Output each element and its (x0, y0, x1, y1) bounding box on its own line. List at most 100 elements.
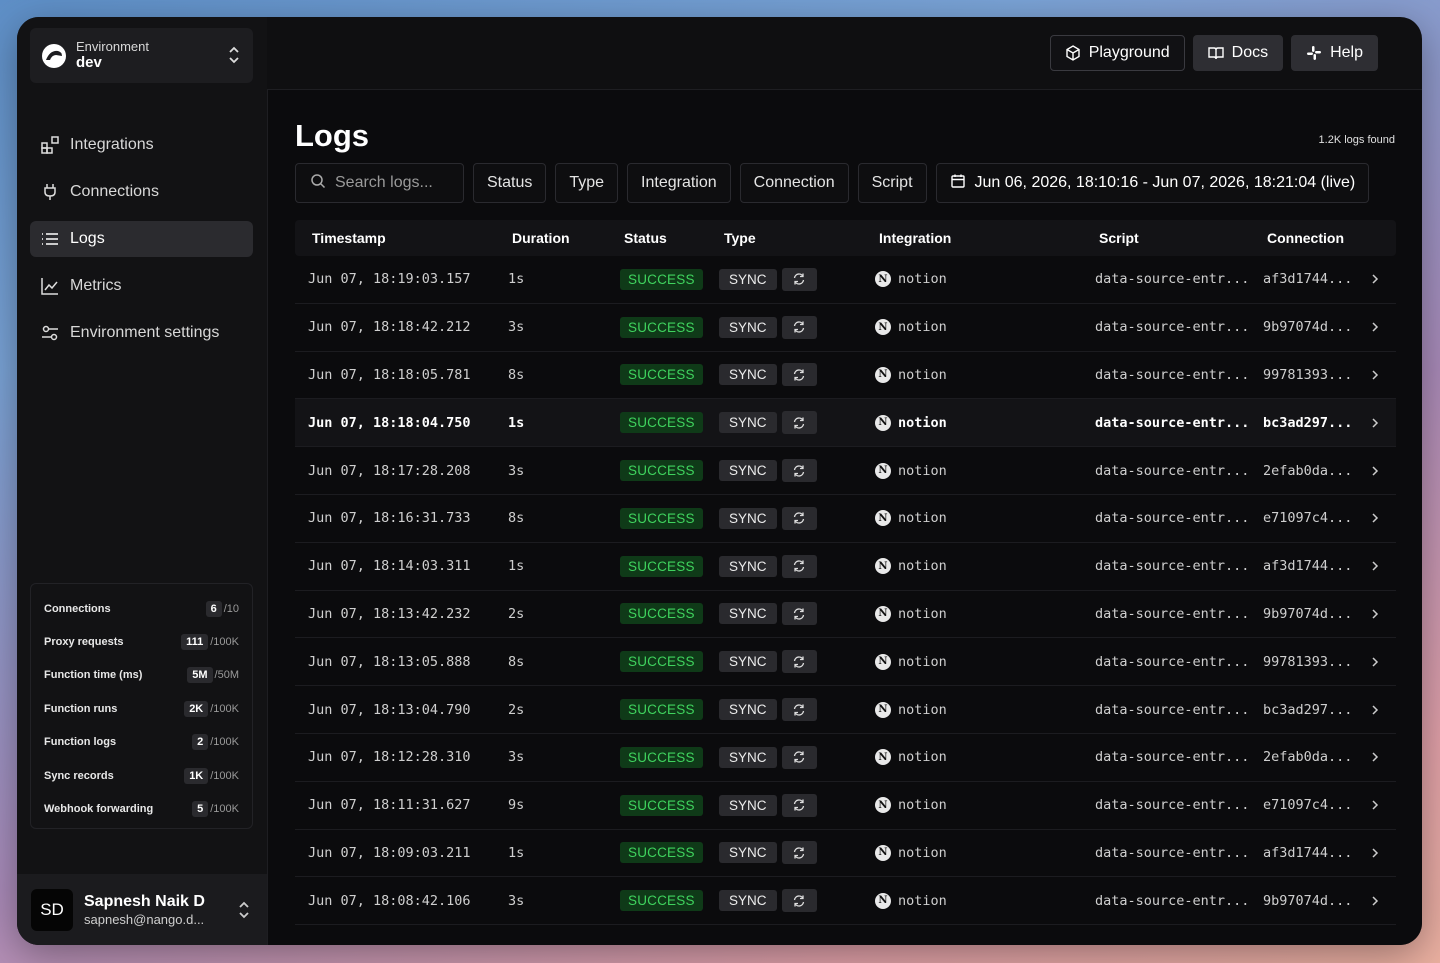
table-row[interactable]: Jun 07, 18:14:03.311 1s SUCCESS SYNC Nnotion… (295, 543, 1396, 591)
cell-duration: 2s (508, 605, 525, 622)
table-row[interactable]: Jun 07, 18:18:05.781 8s SUCCESS SYNC Nnotion… (295, 352, 1396, 400)
chevron-up-down-icon (229, 46, 239, 64)
table-row[interactable]: Jun 07, 18:19:03.157 1s SUCCESS SYNC Nnotion… (295, 256, 1396, 304)
cell-integration: notion (898, 319, 947, 336)
cell-timestamp: Jun 07, 18:08:42.106 (308, 892, 471, 909)
chevron-right-icon[interactable] (1360, 512, 1390, 524)
table-row[interactable]: Jun 07, 18:13:05.888 8s SUCCESS SYNC Nnotion… (295, 638, 1396, 687)
usage-limit: /100K (210, 803, 239, 816)
date-range-picker[interactable]: Jun 06, 2026, 18:10:16 - Jun 07, 2026, 1… (935, 163, 1370, 203)
cell-script: data-source-entr... (1095, 366, 1250, 383)
table-row[interactable]: Jun 07, 18:12:28.310 3s SUCCESS SYNC Nnotion… (295, 734, 1396, 782)
status-badge: SUCCESS (620, 603, 703, 625)
cell-duration: 3s (508, 319, 525, 336)
status-filter-button[interactable]: Status (473, 163, 547, 203)
table-row[interactable]: Jun 07, 18:13:42.232 2s SUCCESS SYNC Nnotion… (295, 591, 1396, 639)
chevron-right-icon[interactable] (1360, 273, 1390, 285)
notion-icon: N (875, 462, 891, 479)
chevron-up-down-icon (239, 901, 249, 919)
type-filter-button[interactable]: Type (555, 163, 619, 203)
column-header-status[interactable]: Status (607, 230, 707, 246)
chevron-right-icon[interactable] (1360, 608, 1390, 620)
table-row[interactable]: Jun 07, 18:08:42.106 3s SUCCESS SYNC Nnotion… (295, 877, 1396, 926)
chevron-right-icon[interactable] (1360, 417, 1390, 429)
column-header-script[interactable]: Script (1082, 230, 1250, 246)
cell-integration: notion (898, 844, 947, 861)
integration-filter-button[interactable]: Integration (627, 163, 731, 203)
usage-value: 1K (184, 767, 209, 784)
usage-label: Function time (ms) (44, 669, 143, 682)
usage-value: 5 (192, 801, 209, 818)
table-row[interactable]: Jun 07, 18:11:31.627 9s SUCCESS SYNC Nnotion… (295, 782, 1396, 830)
usage-limit: /100K (210, 702, 239, 715)
chevron-right-icon[interactable] (1360, 799, 1390, 811)
chevron-right-icon[interactable] (1360, 847, 1390, 859)
refresh-icon (781, 889, 817, 913)
cell-timestamp: Jun 07, 18:18:04.750 (308, 414, 471, 431)
list-icon (40, 229, 60, 249)
chevron-right-icon[interactable] (1360, 465, 1390, 477)
chevron-right-icon[interactable] (1360, 321, 1390, 333)
user-menu[interactable]: SD Sapnesh Naik D sapnesh@nango.d... (17, 874, 267, 945)
sidebar-item-label: Environment settings (70, 324, 220, 341)
usage-limit: /10 (223, 602, 239, 615)
cell-connection: 2efab0da... (1263, 462, 1353, 479)
plug-icon (40, 182, 60, 202)
chevron-right-icon[interactable] (1360, 656, 1390, 668)
usage-limit: /100K (210, 736, 239, 749)
column-header-integration[interactable]: Integration (862, 230, 1082, 246)
refresh-icon (781, 698, 817, 722)
sidebar-item-integrations[interactable]: Integrations (30, 127, 253, 163)
playground-button[interactable]: Playground (1049, 35, 1185, 71)
table-row[interactable]: Jun 07, 18:18:42.212 3s SUCCESS SYNC Nnotion… (295, 304, 1396, 352)
sidebar-item-label: Logs (70, 230, 105, 247)
table-row[interactable]: Jun 07, 18:17:28.208 3s SUCCESS SYNC Nnotion… (295, 447, 1396, 495)
main-content: Logs 1.2K logs found Search logs... Stat… (267, 89, 1422, 945)
usage-row: Connections 6/10 (44, 592, 239, 625)
settings-sliders-icon (40, 323, 60, 343)
chevron-right-icon[interactable] (1360, 369, 1390, 381)
status-badge: SUCCESS (620, 794, 703, 816)
usage-row: Webhook forwarding 5/100K (44, 792, 239, 825)
table-row[interactable]: Jun 07, 18:16:31.733 8s SUCCESS SYNC Nnotion… (295, 495, 1396, 543)
table-row[interactable]: Jun 07, 18:13:04.790 2s SUCCESS SYNC Nnotion… (295, 686, 1396, 734)
table-row[interactable]: Jun 07, 18:09:03.211 1s SUCCESS SYNC Nnotion… (295, 830, 1396, 878)
slack-icon (1306, 45, 1322, 61)
sidebar-item-connections[interactable]: Connections (30, 174, 253, 210)
table-row[interactable]: Jun 07, 18:18:04.750 1s SUCCESS SYNC Nnotion… (295, 399, 1396, 448)
usage-value: 5M (187, 667, 213, 684)
usage-value: 111 (181, 634, 209, 651)
cell-integration: notion (898, 653, 947, 670)
search-input[interactable]: Search logs... (295, 163, 464, 203)
chevron-right-icon[interactable] (1360, 560, 1390, 572)
chevron-right-icon[interactable] (1360, 751, 1390, 763)
notion-icon: N (875, 844, 891, 861)
cell-connection: 9b97074d... (1263, 892, 1353, 909)
environment-switcher[interactable]: Environment dev (30, 28, 253, 83)
chevron-right-icon[interactable] (1360, 895, 1390, 907)
type-badge: SYNC (719, 651, 777, 673)
script-filter-button[interactable]: Script (857, 163, 927, 203)
docs-button[interactable]: Docs (1192, 35, 1284, 71)
connection-filter-button[interactable]: Connection (739, 163, 849, 203)
sidebar-nav: Integrations Connections Logs Metrics En… (30, 127, 253, 362)
column-header-type[interactable]: Type (707, 230, 862, 246)
sidebar-item-logs[interactable]: Logs (30, 221, 253, 257)
help-button[interactable]: Help (1291, 35, 1378, 71)
type-badge: SYNC (719, 555, 777, 577)
sidebar-item-environment-settings[interactable]: Environment settings (30, 315, 253, 351)
column-header-timestamp[interactable]: Timestamp (295, 230, 495, 246)
nango-logo-icon (40, 42, 68, 70)
column-header-connection[interactable]: Connection (1250, 230, 1360, 246)
cell-connection: af3d1744... (1263, 844, 1353, 861)
status-badge: SUCCESS (620, 746, 703, 768)
sidebar-item-metrics[interactable]: Metrics (30, 268, 253, 304)
refresh-icon (781, 841, 817, 865)
type-badge: SYNC (719, 268, 777, 290)
cell-script: data-source-entr... (1095, 749, 1250, 766)
user-name: Sapnesh Naik D (84, 892, 205, 910)
cell-connection: bc3ad297... (1263, 414, 1353, 431)
column-header-duration[interactable]: Duration (495, 230, 607, 246)
chevron-right-icon[interactable] (1360, 704, 1390, 716)
cell-connection: 9b97074d... (1263, 319, 1353, 336)
